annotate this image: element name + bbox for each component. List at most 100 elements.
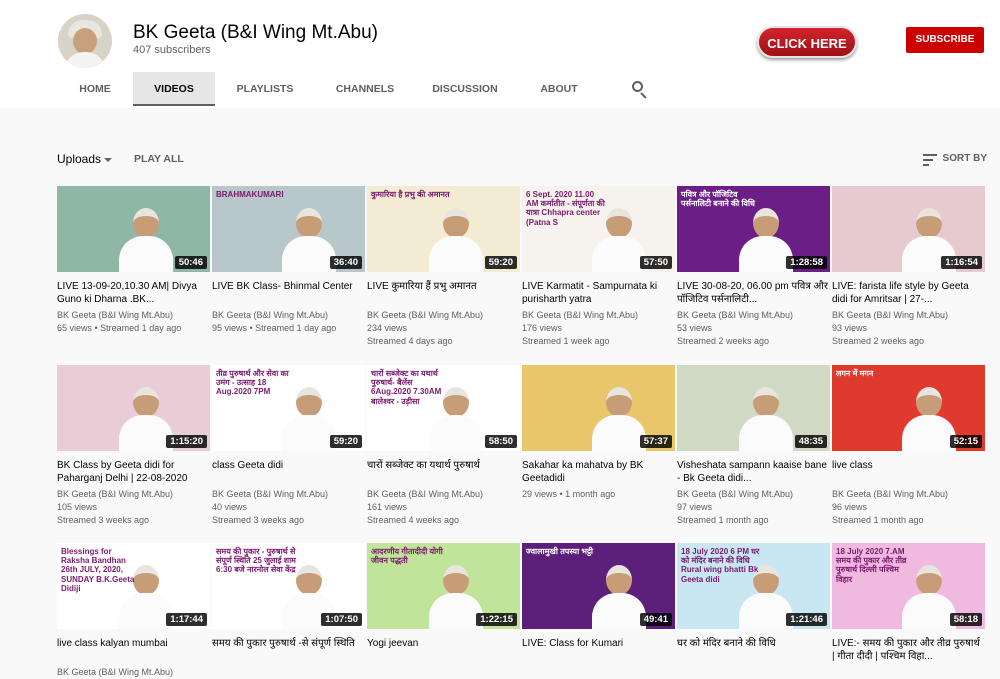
tab-videos[interactable]: VIDEOS bbox=[133, 72, 215, 106]
video-card[interactable]: 1:16:54 LIVE: farista life style by Geeta… bbox=[832, 186, 985, 348]
video-stats: 29 views • 1 month ago bbox=[522, 489, 616, 499]
video-card[interactable]: 6 Sept. 2020 11.00 AM कर्मातीत - संपूर्ण… bbox=[522, 186, 675, 348]
sort-icon[interactable] bbox=[923, 154, 937, 166]
video-thumbnail[interactable]: BRAHMAKUMARI 36:40 bbox=[212, 186, 365, 272]
speaker-figure bbox=[429, 208, 483, 272]
video-title[interactable]: live class bbox=[832, 459, 985, 485]
video-title[interactable]: Visheshata sampann kaaise bane - Bk Geet… bbox=[677, 459, 830, 485]
video-card[interactable]: पवित्र और पॉजिटिव पर्सनालिटी बनाने की वि… bbox=[677, 186, 830, 348]
video-title[interactable]: Yogi jeevan bbox=[367, 637, 520, 663]
video-card[interactable]: ज्वालामुखी तपस्या भट्ठी 49:41 LIVE: Class … bbox=[522, 543, 675, 666]
video-title[interactable]: LIVE 30-08-20, 06.00 pm पवित्र और पॉजिटि… bbox=[677, 280, 830, 306]
video-title[interactable]: LIVE कुमारिया हैं प्रभु अमानत bbox=[367, 280, 520, 306]
video-channel-name[interactable]: BK Geeta (B&I Wing Mt.Abu) bbox=[522, 309, 675, 322]
video-card[interactable]: 1:15:20 BK Class by Geeta didi for Paharg… bbox=[57, 365, 210, 527]
video-thumbnail[interactable]: चारों सब्जेक्ट का यथार्थ पुरुषार्थ- बैले… bbox=[367, 365, 520, 451]
sort-by-button[interactable]: SORT BY bbox=[943, 153, 987, 164]
video-thumbnail[interactable]: 6 Sept. 2020 11.00 AM कर्मातीत - संपूर्ण… bbox=[522, 186, 675, 272]
promo-click-here-button[interactable]: CLICK HERE bbox=[757, 26, 857, 58]
video-title[interactable]: चारों सब्जेक्ट का यथार्थ पुरुषार्थ bbox=[367, 459, 520, 485]
video-thumbnail[interactable]: 1:16:54 bbox=[832, 186, 985, 272]
video-thumbnail[interactable]: तीव्र पुरुषार्थ और सेवा का उमंग - उत्साह… bbox=[212, 365, 365, 451]
video-thumbnail[interactable]: ज्वालामुखी तपस्या भट्ठी 49:41 bbox=[522, 543, 675, 629]
play-all-button[interactable]: PLAY ALL bbox=[134, 153, 184, 165]
thumbnail-caption: 18 July 2020 6 PM घर को मंदिर बनाने की व… bbox=[681, 547, 760, 584]
video-duration: 1:22:15 bbox=[476, 613, 517, 626]
video-stats: 65 views • Streamed 1 day ago bbox=[57, 323, 182, 333]
video-thumbnail[interactable]: पवित्र और पॉजिटिव पर्सनालिटी बनाने की वि… bbox=[677, 186, 830, 272]
video-thumbnail[interactable]: Blessings for Raksha Bandhan 26th JULY, … bbox=[57, 543, 210, 629]
video-meta: BK Geeta (B&I Wing Mt.Abu) 161 views Strea… bbox=[367, 488, 520, 527]
video-title[interactable]: LIVE Karmatit - Sampurnata ki purisharth… bbox=[522, 280, 675, 306]
video-thumbnail[interactable]: आदरणीय गीतादीदी योगी जीवन पद्धती 1:22:15 bbox=[367, 543, 520, 629]
video-stats: Streamed 2 weeks ago bbox=[677, 336, 770, 346]
speaker-figure bbox=[119, 208, 173, 272]
video-card[interactable]: 48:35 Visheshata sampann kaaise bane - Bk… bbox=[677, 365, 830, 527]
thumbnail-caption: Blessings for Raksha Bandhan 26th JULY, … bbox=[61, 547, 135, 593]
tab-about[interactable]: ABOUT bbox=[515, 72, 603, 106]
video-card[interactable]: 18 July 2020 6 PM घर को मंदिर बनाने की व… bbox=[677, 543, 830, 666]
video-thumbnail[interactable]: कुमारिया है प्रभु की अमानत 59:20 bbox=[367, 186, 520, 272]
video-channel-name[interactable]: BK Geeta (B&I Wing Mt.Abu) bbox=[367, 488, 520, 501]
search-icon[interactable] bbox=[631, 80, 649, 99]
video-stats: 93 views bbox=[832, 323, 868, 333]
video-channel-name[interactable]: BK Geeta (B&I Wing Mt.Abu) bbox=[832, 309, 985, 322]
video-thumbnail[interactable]: 18 July 2020 6 PM घर को मंदिर बनाने की व… bbox=[677, 543, 830, 629]
tab-discussion[interactable]: DISCUSSION bbox=[415, 72, 515, 106]
tab-home[interactable]: HOME bbox=[57, 72, 133, 106]
video-thumbnail[interactable]: 50:46 bbox=[57, 186, 210, 272]
video-card[interactable]: तीव्र पुरुषार्थ और सेवा का उमंग - उत्साह… bbox=[212, 365, 365, 527]
video-stats: 53 views bbox=[677, 323, 713, 333]
video-card[interactable]: समय की पुकार - पुरुषार्थ से संपूर्ण स्थि… bbox=[212, 543, 365, 666]
thumbnail-caption: लगन में मगन bbox=[836, 369, 874, 378]
channel-name: BK Geeta (B&I Wing Mt.Abu) bbox=[133, 22, 378, 43]
video-title[interactable]: Sakahar ka mahatva by BK Geetadidi bbox=[522, 459, 675, 485]
video-channel-name[interactable]: BK Geeta (B&I Wing Mt.Abu) bbox=[677, 309, 830, 322]
subscribe-button[interactable]: SUBSCRIBE bbox=[906, 27, 984, 53]
video-card[interactable]: BRAHMAKUMARI 36:40 LIVE BK Class- Bhinmal … bbox=[212, 186, 365, 335]
video-title[interactable]: LIVE: Class for Kumari bbox=[522, 637, 675, 663]
video-title[interactable]: BK Class by Geeta didi for Paharganj Del… bbox=[57, 459, 210, 485]
video-thumbnail[interactable]: 18 July 2020 7.AM समय की पुकार और तीव्र … bbox=[832, 543, 985, 629]
video-channel-name[interactable]: BK Geeta (B&I Wing Mt.Abu) bbox=[57, 309, 210, 322]
video-thumbnail[interactable]: समय की पुकार - पुरुषार्थ से संपूर्ण स्थि… bbox=[212, 543, 365, 629]
video-meta: BK Geeta (B&I Wing Mt.Abu) 234 views Strea… bbox=[367, 309, 520, 348]
video-channel-name[interactable]: BK Geeta (B&I Wing Mt.Abu) bbox=[212, 309, 365, 322]
tab-channels[interactable]: CHANNELS bbox=[315, 72, 415, 106]
channel-avatar[interactable] bbox=[58, 14, 112, 68]
uploads-dropdown[interactable]: Uploads bbox=[57, 152, 101, 166]
video-channel-name[interactable]: BK Geeta (B&I Wing Mt.Abu) bbox=[212, 488, 365, 501]
video-card[interactable]: 18 July 2020 7.AM समय की पुकार और तीव्र … bbox=[832, 543, 985, 666]
video-title[interactable]: live class kalyan mumbai bbox=[57, 637, 210, 663]
thumbnail-caption: तीव्र पुरुषार्थ और सेवा का उमंग - उत्साह… bbox=[216, 369, 289, 397]
video-channel-name[interactable]: BK Geeta (B&I Wing Mt.Abu) bbox=[367, 309, 520, 322]
video-thumbnail[interactable]: 48:35 bbox=[677, 365, 830, 451]
thumbnail-caption: पवित्र और पॉजिटिव पर्सनालिटी बनाने की वि… bbox=[681, 190, 755, 209]
video-channel-name[interactable]: BK Geeta (B&I Wing Mt.Abu) bbox=[57, 488, 210, 501]
video-title[interactable]: LIVE:- समय की पुकार और तीव्र पुरुषार्थ |… bbox=[832, 637, 985, 663]
video-title[interactable]: घर को मंदिर बनाने की विधि bbox=[677, 637, 830, 663]
video-card[interactable]: 50:46 LIVE 13-09-20,10.30 AM| Divya Guno … bbox=[57, 186, 210, 335]
video-card[interactable]: चारों सब्जेक्ट का यथार्थ पुरुषार्थ- बैले… bbox=[367, 365, 520, 527]
video-thumbnail[interactable]: लगन में मगन 52:15 bbox=[832, 365, 985, 451]
video-title[interactable]: समय की पुकार पुरुषार्थ -से संपूर्ण स्थित… bbox=[212, 637, 365, 663]
video-stats: 234 views bbox=[367, 323, 408, 333]
video-title[interactable]: LIVE 13-09-20,10.30 AM| Divya Guno ki Dh… bbox=[57, 280, 210, 306]
video-duration: 58:50 bbox=[484, 435, 517, 448]
video-channel-name[interactable]: BK Geeta (B&I Wing Mt.Abu) bbox=[677, 488, 830, 501]
video-card[interactable]: कुमारिया है प्रभु की अमानत 59:20 LIVE कुमा… bbox=[367, 186, 520, 348]
video-card[interactable]: आदरणीय गीतादीदी योगी जीवन पद्धती 1:22:15 Y… bbox=[367, 543, 520, 666]
video-channel-name[interactable]: BK Geeta (B&I Wing Mt.Abu) bbox=[832, 488, 985, 501]
chevron-down-icon[interactable] bbox=[104, 158, 112, 162]
video-channel-name[interactable]: BK Geeta (B&I Wing Mt.Abu) bbox=[57, 666, 210, 679]
video-duration: 1:07:50 bbox=[321, 613, 362, 626]
tab-playlists[interactable]: PLAYLISTS bbox=[215, 72, 315, 106]
video-card[interactable]: लगन में मगन 52:15 live class BK Geeta (B&I … bbox=[832, 365, 985, 527]
video-card[interactable]: 57:37 Sakahar ka mahatva by BK Geetadidi 2… bbox=[522, 365, 675, 501]
video-title[interactable]: class Geeta didi bbox=[212, 459, 365, 485]
video-thumbnail[interactable]: 1:15:20 bbox=[57, 365, 210, 451]
video-title[interactable]: LIVE: farista life style by Geeta didi f… bbox=[832, 280, 985, 306]
video-thumbnail[interactable]: 57:37 bbox=[522, 365, 675, 451]
video-card[interactable]: Blessings for Raksha Bandhan 26th JULY, … bbox=[57, 543, 210, 679]
video-title[interactable]: LIVE BK Class- Bhinmal Center bbox=[212, 280, 365, 306]
